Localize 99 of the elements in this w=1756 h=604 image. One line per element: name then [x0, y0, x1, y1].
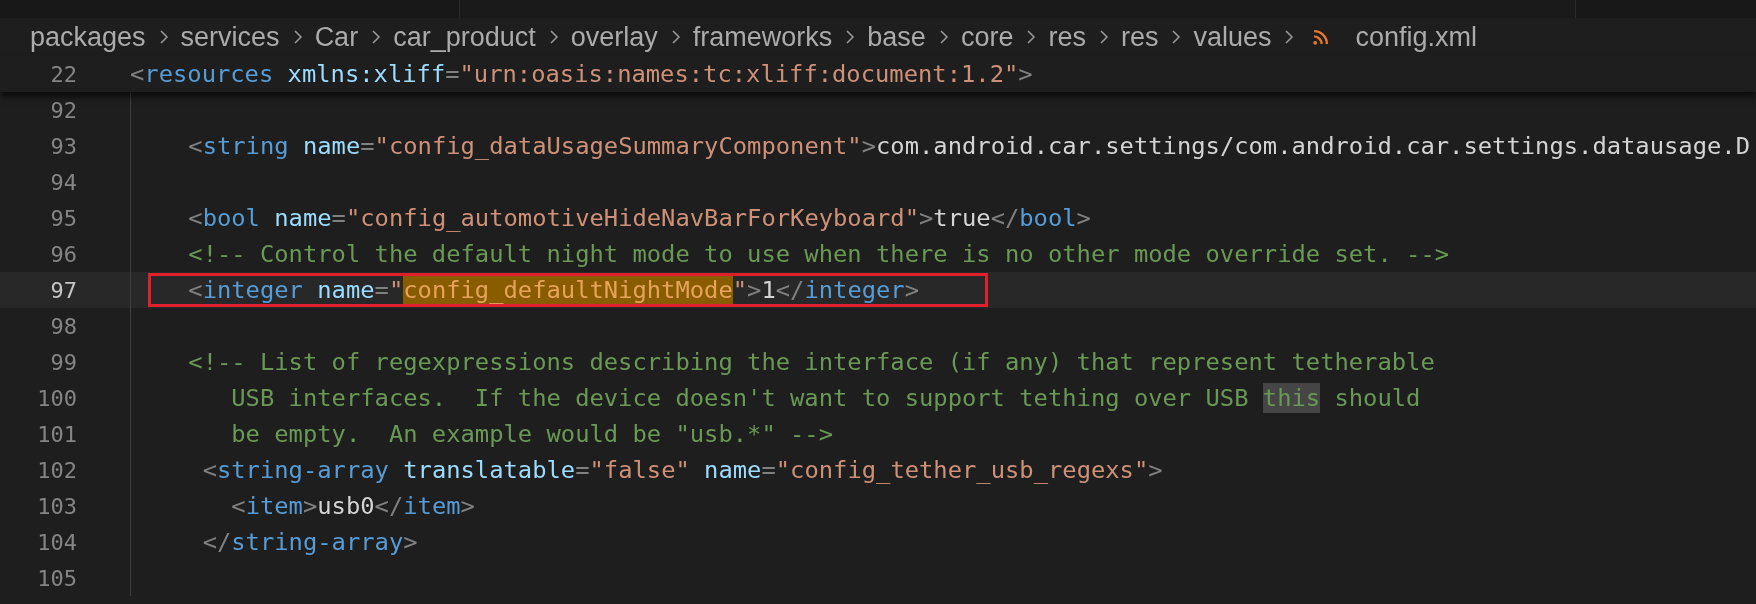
line-number: 96 [49, 241, 77, 267]
code-token: </ [775, 275, 805, 305]
code-token: resources [144, 59, 274, 89]
line-number: 92 [49, 97, 77, 123]
code-token: > [403, 527, 418, 557]
line-number: 104 [36, 529, 77, 555]
code-token: item [245, 491, 303, 521]
code-token: USB interfaces. If the device doesn't want to support tething over USB [230, 383, 1250, 413]
breadcrumb-item[interactable]: core [960, 21, 1014, 53]
code-token: < [187, 131, 203, 161]
breadcrumb-item[interactable]: services [180, 21, 280, 53]
breadcrumb-item[interactable]: res [1120, 21, 1159, 53]
rss-icon [1312, 28, 1330, 46]
code-token: = [360, 131, 375, 161]
chevron-icon [158, 29, 169, 45]
chevron-icon [1026, 29, 1037, 45]
code-token: <!-- List of regexpressions describing the interface (if any) that represent tetherable [187, 347, 1435, 377]
code-token: > [904, 275, 920, 305]
code-token: </ [201, 527, 232, 557]
code-token: name [273, 203, 332, 233]
code-token: > [302, 491, 318, 521]
line-number: 103 [36, 493, 77, 519]
code-token: integer [804, 275, 905, 305]
code-token: usb0 [317, 491, 375, 521]
code-token: xmlns:xliff [286, 59, 446, 89]
code-token: " [732, 275, 748, 305]
code-token: "config_dataUsageSummaryComponent" [374, 131, 862, 161]
chevron-icon [371, 29, 382, 45]
code-token: be empty. An example would be "usb.*" --> [230, 419, 834, 449]
code-token: > [1076, 203, 1091, 233]
code-token: true [933, 203, 991, 233]
chevron-icon [845, 29, 856, 45]
code-token: < [230, 491, 246, 521]
code-token: "config_tether_usb_regexs" [775, 455, 1149, 485]
chevron-icon [1098, 29, 1109, 45]
line-number: 95 [49, 205, 77, 231]
code-token: name [703, 455, 762, 485]
code-token: string [202, 131, 289, 161]
code-token: bool [1019, 203, 1077, 233]
code-token: = [331, 203, 346, 233]
code-token: should [1333, 383, 1421, 413]
chevron-icon [548, 29, 559, 45]
chevron-icon [1171, 29, 1182, 45]
chevron-icon [670, 29, 681, 45]
breadcrumb-item[interactable]: car_product [393, 21, 536, 53]
chevron-icon [938, 29, 949, 45]
code-token: = [575, 455, 590, 485]
code-token: string-array [216, 455, 389, 485]
breadcrumb-item[interactable]: values [1193, 21, 1272, 53]
code-token: item [403, 491, 461, 521]
chevron-icon [292, 29, 303, 45]
code-token: config_defaultNightMode [403, 275, 733, 305]
code-token: < [187, 203, 203, 233]
code-token: "false" [589, 455, 690, 485]
code-token: </ [374, 491, 404, 521]
line-number: 102 [36, 457, 77, 483]
code-token: > [1148, 455, 1163, 485]
code-token: translatable [402, 455, 576, 485]
code-token: name [301, 131, 361, 161]
code-token: "config_automotiveHideNavBarForKeyboard" [345, 203, 919, 233]
breadcrumb-item[interactable]: overlay [570, 21, 658, 53]
line-number: 98 [49, 313, 77, 339]
code-token: 1 [761, 275, 776, 305]
line-number: 93 [49, 133, 77, 159]
code-token: "urn:oasis:names:tc:xliff:document:1.2" [459, 59, 1019, 89]
code-token: < [130, 59, 145, 89]
code-token: = [374, 275, 389, 305]
line-number: 97 [49, 277, 77, 303]
line-number: 101 [36, 421, 77, 447]
line-number: 22 [49, 61, 77, 87]
code-token: name [316, 275, 375, 305]
code-token: = [761, 455, 776, 485]
line-number: 94 [49, 169, 77, 195]
code-token: > [919, 203, 934, 233]
line-number: 100 [36, 385, 77, 411]
breadcrumb-file[interactable]: config.xml [1355, 21, 1478, 53]
chevron-icon [1284, 29, 1295, 45]
code-token: " [388, 275, 404, 305]
code-token: < [187, 275, 203, 305]
code-token: = [445, 59, 460, 89]
code-token: < [201, 455, 217, 485]
code-token: <!-- Control the default night mode to use when there is no other mode override set. --> [187, 239, 1450, 269]
code-token: > [1018, 59, 1033, 89]
breadcrumb-item[interactable]: packages [30, 21, 146, 53]
breadcrumb-item[interactable]: base [867, 21, 926, 53]
code-token: integer [202, 275, 303, 305]
code-token: > [460, 491, 475, 521]
breadcrumb-item[interactable]: Car [314, 21, 359, 53]
code-token: bool [202, 203, 260, 233]
code-token: > [861, 131, 877, 161]
code-token: > [747, 275, 762, 305]
line-number: 99 [49, 349, 77, 375]
code-token: this [1262, 383, 1321, 413]
code-token: string-array [231, 527, 404, 557]
line-number: 105 [36, 565, 77, 591]
code-token: com.android.car.settings/com.android.car.settings.datausage.D [876, 131, 1750, 161]
breadcrumb-item[interactable]: frameworks [692, 21, 833, 53]
code-token: </ [990, 203, 1020, 233]
breadcrumb-item[interactable]: res [1048, 21, 1086, 53]
